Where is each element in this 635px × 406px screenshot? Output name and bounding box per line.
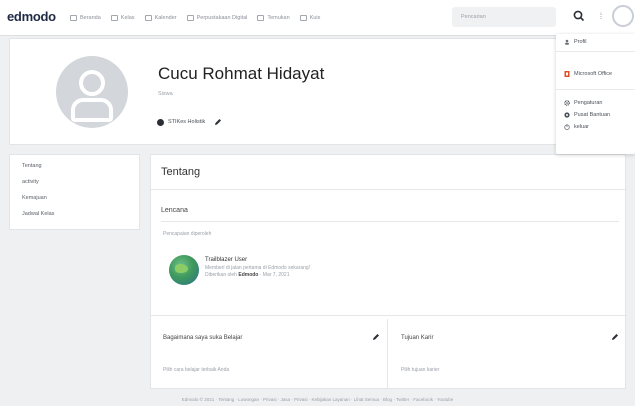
account-dropdown-menu: Profil Microsoft Office Pengaturan Pusat… bbox=[556, 34, 635, 154]
career-goal-title: Tujuan Karir bbox=[401, 335, 434, 341]
school-row: STIKes Holistik bbox=[157, 118, 222, 126]
nav-item-classes[interactable]: Kelas bbox=[110, 15, 135, 21]
home-icon bbox=[70, 15, 77, 21]
top-navigation-bar: edmodo Beranda Kelas Kalender Perpustaka… bbox=[0, 0, 635, 36]
menu-item-profile[interactable]: Profil bbox=[564, 39, 587, 45]
divider bbox=[151, 315, 627, 316]
sidebar-item-activity[interactable]: activity bbox=[22, 179, 39, 185]
menu-item-help-center[interactable]: Pusat Bantuan bbox=[564, 112, 610, 118]
badge-description: Memberi di jalan pertama di Edmodo sekar… bbox=[205, 265, 311, 271]
profile-avatar[interactable] bbox=[56, 56, 128, 128]
sidebar-item-progress[interactable]: Kemajuan bbox=[22, 195, 47, 201]
school-icon bbox=[157, 118, 164, 126]
menu-item-microsoft-office[interactable]: Microsoft Office bbox=[564, 71, 612, 77]
grid-icon bbox=[299, 15, 307, 21]
sidebar-item-class-schedule[interactable]: Jadwal Kelas bbox=[22, 211, 54, 217]
footer-links[interactable]: Edmodo © 2021 · Tentang · Lowongan · Pri… bbox=[0, 397, 635, 402]
library-icon bbox=[186, 15, 194, 21]
menu-item-label: Pengaturan bbox=[574, 100, 603, 106]
apps-grid-icon[interactable]: ⁞ bbox=[596, 10, 606, 22]
about-card: Tentang Lencana Pencapaian diperoleh Tra… bbox=[150, 154, 627, 389]
nav-item-calendar[interactable]: Kalender bbox=[144, 15, 177, 21]
column-divider bbox=[387, 319, 388, 389]
nav-label: Temukan bbox=[267, 15, 290, 21]
divider bbox=[151, 189, 627, 190]
profile-header-card: Cucu Rohmat Hidayat Siswa STIKes Holisti… bbox=[9, 38, 626, 145]
badge-by-name: Edmodo bbox=[238, 272, 259, 278]
account-avatar-button[interactable] bbox=[612, 5, 634, 27]
logout-icon bbox=[564, 124, 570, 130]
learning-style-title: Bagaimana saya suka Belajar bbox=[163, 335, 243, 341]
search-icon[interactable] bbox=[572, 9, 586, 23]
menu-divider bbox=[556, 89, 635, 90]
menu-item-label: keluar bbox=[574, 124, 589, 130]
edmodo-logo[interactable]: edmodo bbox=[7, 9, 56, 24]
profile-role: Siswa bbox=[158, 91, 173, 97]
gear-icon bbox=[564, 100, 570, 106]
sidebar-item-about[interactable]: Tentang bbox=[22, 163, 42, 169]
badge-land-shape bbox=[175, 264, 188, 273]
help-icon bbox=[564, 112, 570, 118]
learning-style-subtitle[interactable]: Pilih cara belajar terbaik Anda bbox=[163, 367, 229, 373]
nav-item-quiz[interactable]: Kuis bbox=[299, 15, 321, 21]
main-nav: Beranda Kelas Kalender Perpustakaan Digi… bbox=[70, 0, 320, 36]
globe-badge-icon[interactable] bbox=[169, 255, 199, 285]
user-icon bbox=[565, 39, 569, 45]
menu-item-logout[interactable]: keluar bbox=[564, 124, 589, 130]
nav-item-discover[interactable]: Temukan bbox=[257, 15, 290, 21]
nav-label: Beranda bbox=[80, 15, 101, 21]
menu-item-label: Profil bbox=[574, 39, 587, 45]
menu-item-settings[interactable]: Pengaturan bbox=[564, 100, 602, 106]
about-title: Tentang bbox=[161, 166, 201, 178]
menu-divider bbox=[556, 51, 635, 52]
school-name[interactable]: STIKes Holistik bbox=[168, 119, 205, 125]
nav-label: Kelas bbox=[120, 15, 135, 21]
menu-item-label: Pusat Bantuan bbox=[574, 112, 611, 118]
discover-icon bbox=[257, 15, 265, 21]
avatar-head-shape bbox=[79, 70, 105, 96]
badge-title: Trailblazer User bbox=[205, 257, 248, 263]
pencil-icon[interactable] bbox=[214, 118, 222, 126]
divider bbox=[161, 221, 619, 222]
badge-by-prefix: Diberikan oleh bbox=[205, 272, 237, 278]
class-icon bbox=[110, 15, 118, 21]
profile-name: Cucu Rohmat Hidayat bbox=[158, 64, 325, 83]
nav-label: Kuis bbox=[309, 15, 321, 21]
pencil-icon[interactable] bbox=[372, 333, 380, 341]
nav-label: Perpustakaan Digital bbox=[196, 15, 248, 21]
badge-awarded-by: Diberikan oleh Edmodo · Mar 7, 2021 bbox=[205, 272, 290, 278]
menu-item-label: Microsoft Office bbox=[574, 71, 613, 77]
badge-date: · Mar 7, 2021 bbox=[259, 272, 290, 278]
avatar-body-shape bbox=[71, 98, 113, 122]
profile-sidebar: Tentang activity Kemajuan Jadwal Kelas bbox=[9, 154, 140, 230]
office-icon bbox=[564, 71, 570, 77]
badges-subtitle: Pencapaian diperoleh bbox=[163, 231, 212, 237]
career-goal-subtitle[interactable]: Pilih tujuan karier bbox=[401, 367, 439, 373]
nav-item-library[interactable]: Perpustakaan Digital bbox=[186, 15, 248, 21]
badges-title: Lencana bbox=[161, 207, 188, 214]
nav-label: Kalender bbox=[154, 15, 177, 21]
calendar-icon bbox=[144, 15, 152, 21]
nav-item-home[interactable]: Beranda bbox=[70, 15, 101, 21]
search-input[interactable]: Pencarian bbox=[452, 7, 556, 27]
pencil-icon[interactable] bbox=[611, 333, 619, 341]
